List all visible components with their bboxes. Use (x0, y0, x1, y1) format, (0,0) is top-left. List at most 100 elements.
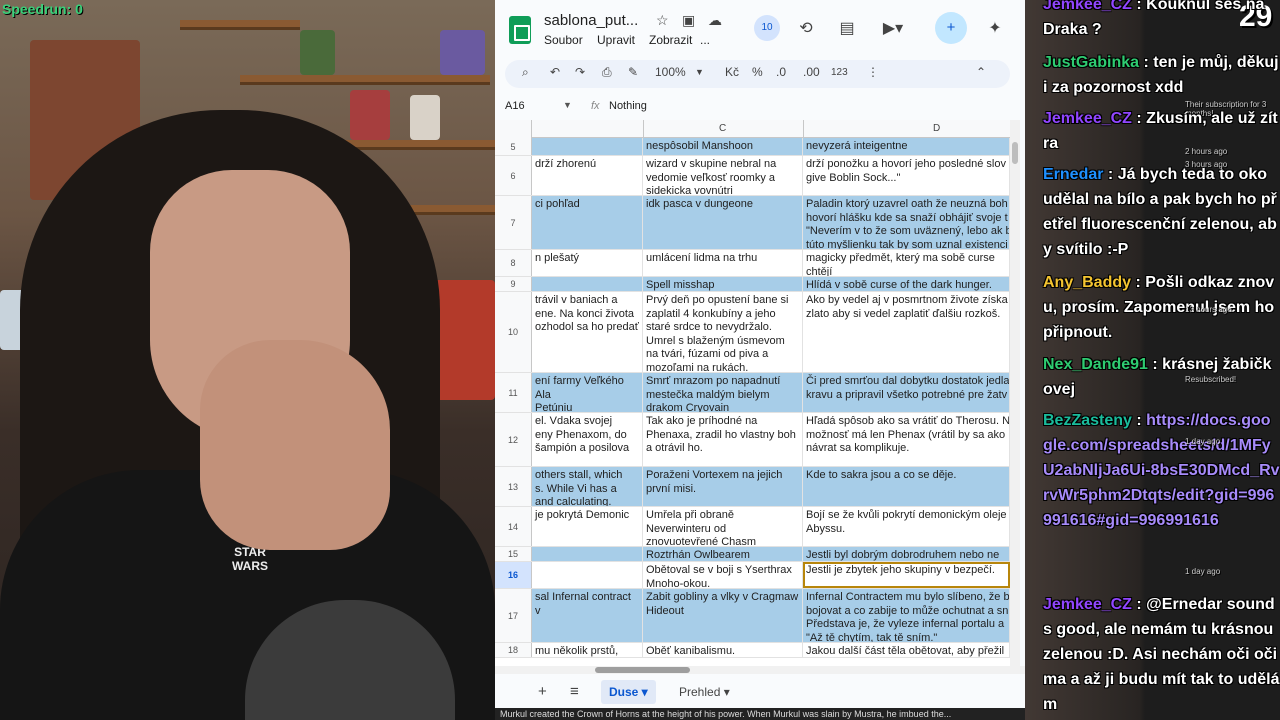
print-icon[interactable]: ⎙ (602, 65, 612, 80)
cell-c[interactable]: Poraženi Vortexem na jejich první misi. (643, 467, 803, 506)
cell-d[interactable]: Kde to sakra jsou a co se děje. (803, 467, 1010, 506)
chat-username[interactable]: BezZasteny (1043, 412, 1132, 429)
cell-c[interactable]: Smrť mrazom po napadnutí mestečka maldým… (643, 373, 803, 412)
cell-c[interactable]: Tak ako je príhodné na Phenaxa, zradil h… (643, 413, 803, 466)
column-divider[interactable] (643, 120, 644, 138)
cell-d[interactable]: Jestli byl dobrým dobrodruhem nebo ne (803, 547, 1010, 561)
horizontal-scrollbar[interactable] (495, 666, 1025, 674)
tab-duse[interactable]: Duse ▾ (601, 680, 656, 704)
more-options-icon[interactable]: ⋮ (867, 65, 879, 79)
decrease-decimal-button[interactable]: .0 (776, 65, 786, 79)
scroll-thumb[interactable] (1012, 142, 1018, 164)
cell-b[interactable]: n plešatý (532, 250, 643, 276)
cell-d[interactable]: Bojí se že kvůli pokrytí demonickým olej… (803, 507, 1010, 546)
row-number[interactable]: 11 (495, 373, 532, 412)
row-number[interactable]: 8 (495, 250, 532, 276)
undo-icon[interactable]: ↶ (550, 65, 560, 79)
cell-b[interactable]: trávil v baniach a ene. Na konci života … (532, 292, 643, 372)
cell-c[interactable]: Zabit gobliny a vlky v Cragmaw Hideout (643, 589, 803, 642)
menu-more[interactable]: ... (700, 33, 710, 47)
zoom-select[interactable]: 100% (655, 65, 686, 79)
currency-format-button[interactable]: Kč (725, 65, 739, 79)
row-number[interactable]: 5 (495, 138, 532, 155)
row-number[interactable]: 6 (495, 156, 532, 195)
cell-grid[interactable]: C D 5 nespôsobil Manshoon nevyzerá inteige… (495, 120, 1010, 666)
increase-decimal-button[interactable]: .00 (803, 65, 820, 79)
cell-d[interactable]: Infernal Contractem mu bylo slíbeno, že … (803, 589, 1010, 642)
cell-d[interactable]: drží ponožku a hovorí jeho posledné slov… (803, 156, 1010, 195)
cell-b[interactable]: ení farmy Veľkého Ala Petúniu (532, 373, 643, 412)
menu-file[interactable]: Soubor (544, 33, 583, 47)
add-sheet-icon[interactable]: + (538, 683, 547, 700)
chat-username[interactable]: Any_Baddy (1043, 274, 1131, 291)
sheets-logo-icon[interactable] (509, 16, 531, 44)
cell-b[interactable]: sal Infernal contract v (532, 589, 643, 642)
chevron-down-icon[interactable]: ▼ (563, 100, 572, 110)
cell-b[interactable] (532, 138, 643, 155)
meet-icon[interactable]: ▶▾ (880, 16, 906, 42)
cell-d[interactable]: nevyzerá inteigentne (803, 138, 1010, 155)
column-d-header[interactable]: D (933, 123, 940, 134)
move-folder-icon[interactable]: ▣ (682, 12, 695, 29)
cell-d[interactable]: Ako by vedel aj v posmrtnom živote získa… (803, 292, 1010, 372)
menu-view[interactable]: Zobrazit (649, 33, 692, 47)
row-number[interactable]: 13 (495, 467, 532, 506)
comments-icon[interactable]: ▤ (834, 16, 860, 42)
chat-link[interactable]: https://docs.google.com/spreadsheets/d/1… (1043, 412, 1280, 529)
row-number[interactable]: 17 (495, 589, 532, 642)
select-all-corner[interactable] (495, 120, 532, 138)
cell-c[interactable]: Roztrhán Owlbearem (643, 547, 803, 561)
chat-username[interactable]: Jemkee_CZ (1043, 596, 1132, 613)
collaborators-badge[interactable]: 10 (754, 15, 780, 41)
column-c-header[interactable]: C (719, 123, 726, 134)
cell-b[interactable] (532, 547, 643, 561)
cell-c[interactable]: Umřela při obraně Neverwinteru od znovuo… (643, 507, 803, 546)
chat-username[interactable]: JustGabinka (1043, 54, 1139, 71)
cell-b[interactable]: je pokrytá Demonic (532, 507, 643, 546)
chat-username[interactable]: Jemkee_CZ (1043, 110, 1132, 127)
share-button[interactable]: + (935, 12, 967, 44)
cell-d[interactable]: Jestli je zbytek jeho skupiny v bezpečí. (803, 562, 1010, 588)
scroll-thumb[interactable] (595, 667, 690, 673)
gemini-icon[interactable]: ✦ (982, 16, 1008, 42)
row-number[interactable]: 10 (495, 292, 532, 372)
cell-b[interactable]: el. Vdaka svojej eny Phenaxom, do šampió… (532, 413, 643, 466)
cell-d[interactable]: Paladin ktorý uzavrel oath že neuzná boh… (803, 196, 1010, 249)
cell-b[interactable]: ci pohľad (532, 196, 643, 249)
cell-d[interactable]: Jakou další část těla obětovat, aby přež… (803, 643, 1010, 657)
chat-username[interactable]: Ernedar (1043, 166, 1103, 183)
cell-b[interactable] (532, 562, 643, 588)
cell-d[interactable]: Či pred smrťou dal dobytku dostatok jedl… (803, 373, 1010, 412)
chat-username[interactable]: Jemkee_CZ (1043, 0, 1132, 13)
collapse-toolbar-icon[interactable]: ⌃ (976, 65, 986, 79)
formula-input[interactable]: Nothing (609, 100, 647, 112)
cell-d[interactable]: magicky předmět, který ma sobě curse cht… (803, 250, 1010, 276)
chevron-down-icon[interactable]: ▼ (695, 67, 704, 77)
cell-c[interactable]: Oběť kanibalismu. (643, 643, 803, 657)
cell-d[interactable]: Hlídá v sobě curse of the dark hunger. (803, 277, 1010, 291)
row-number[interactable]: 7 (495, 196, 532, 249)
redo-icon[interactable]: ↷ (575, 65, 585, 79)
column-divider[interactable] (803, 120, 804, 138)
row-number[interactable]: 15 (495, 547, 532, 561)
percent-format-button[interactable]: % (752, 65, 763, 79)
row-number[interactable]: 16 (495, 562, 532, 588)
cell-c[interactable]: Prvý deň po opustení bane si zaplatil 4 … (643, 292, 803, 372)
name-box[interactable]: A16 (505, 100, 525, 112)
cell-b[interactable]: mu několik prstů, (532, 643, 643, 657)
cell-c[interactable]: wizard v skupine nebral na vedomie veľko… (643, 156, 803, 195)
history-icon[interactable]: ⟲ (793, 16, 819, 42)
cell-b[interactable] (532, 277, 643, 291)
search-icon[interactable]: ⌕ (522, 65, 529, 80)
menu-edit[interactable]: Upravit (597, 33, 635, 47)
cell-c[interactable]: idk pasca v dungeone (643, 196, 803, 249)
row-number[interactable]: 18 (495, 643, 532, 657)
cell-c[interactable]: Spell misshap (643, 277, 803, 291)
cell-b[interactable]: others stall, which s. While Vi has a an… (532, 467, 643, 506)
star-icon[interactable]: ☆ (656, 12, 669, 29)
row-number[interactable]: 9 (495, 277, 532, 291)
tab-prehled[interactable]: Prehled ▾ (679, 680, 730, 704)
all-sheets-icon[interactable]: ≡ (570, 683, 579, 700)
cell-c[interactable]: umlácení lidma na trhu (643, 250, 803, 276)
row-number[interactable]: 14 (495, 507, 532, 546)
